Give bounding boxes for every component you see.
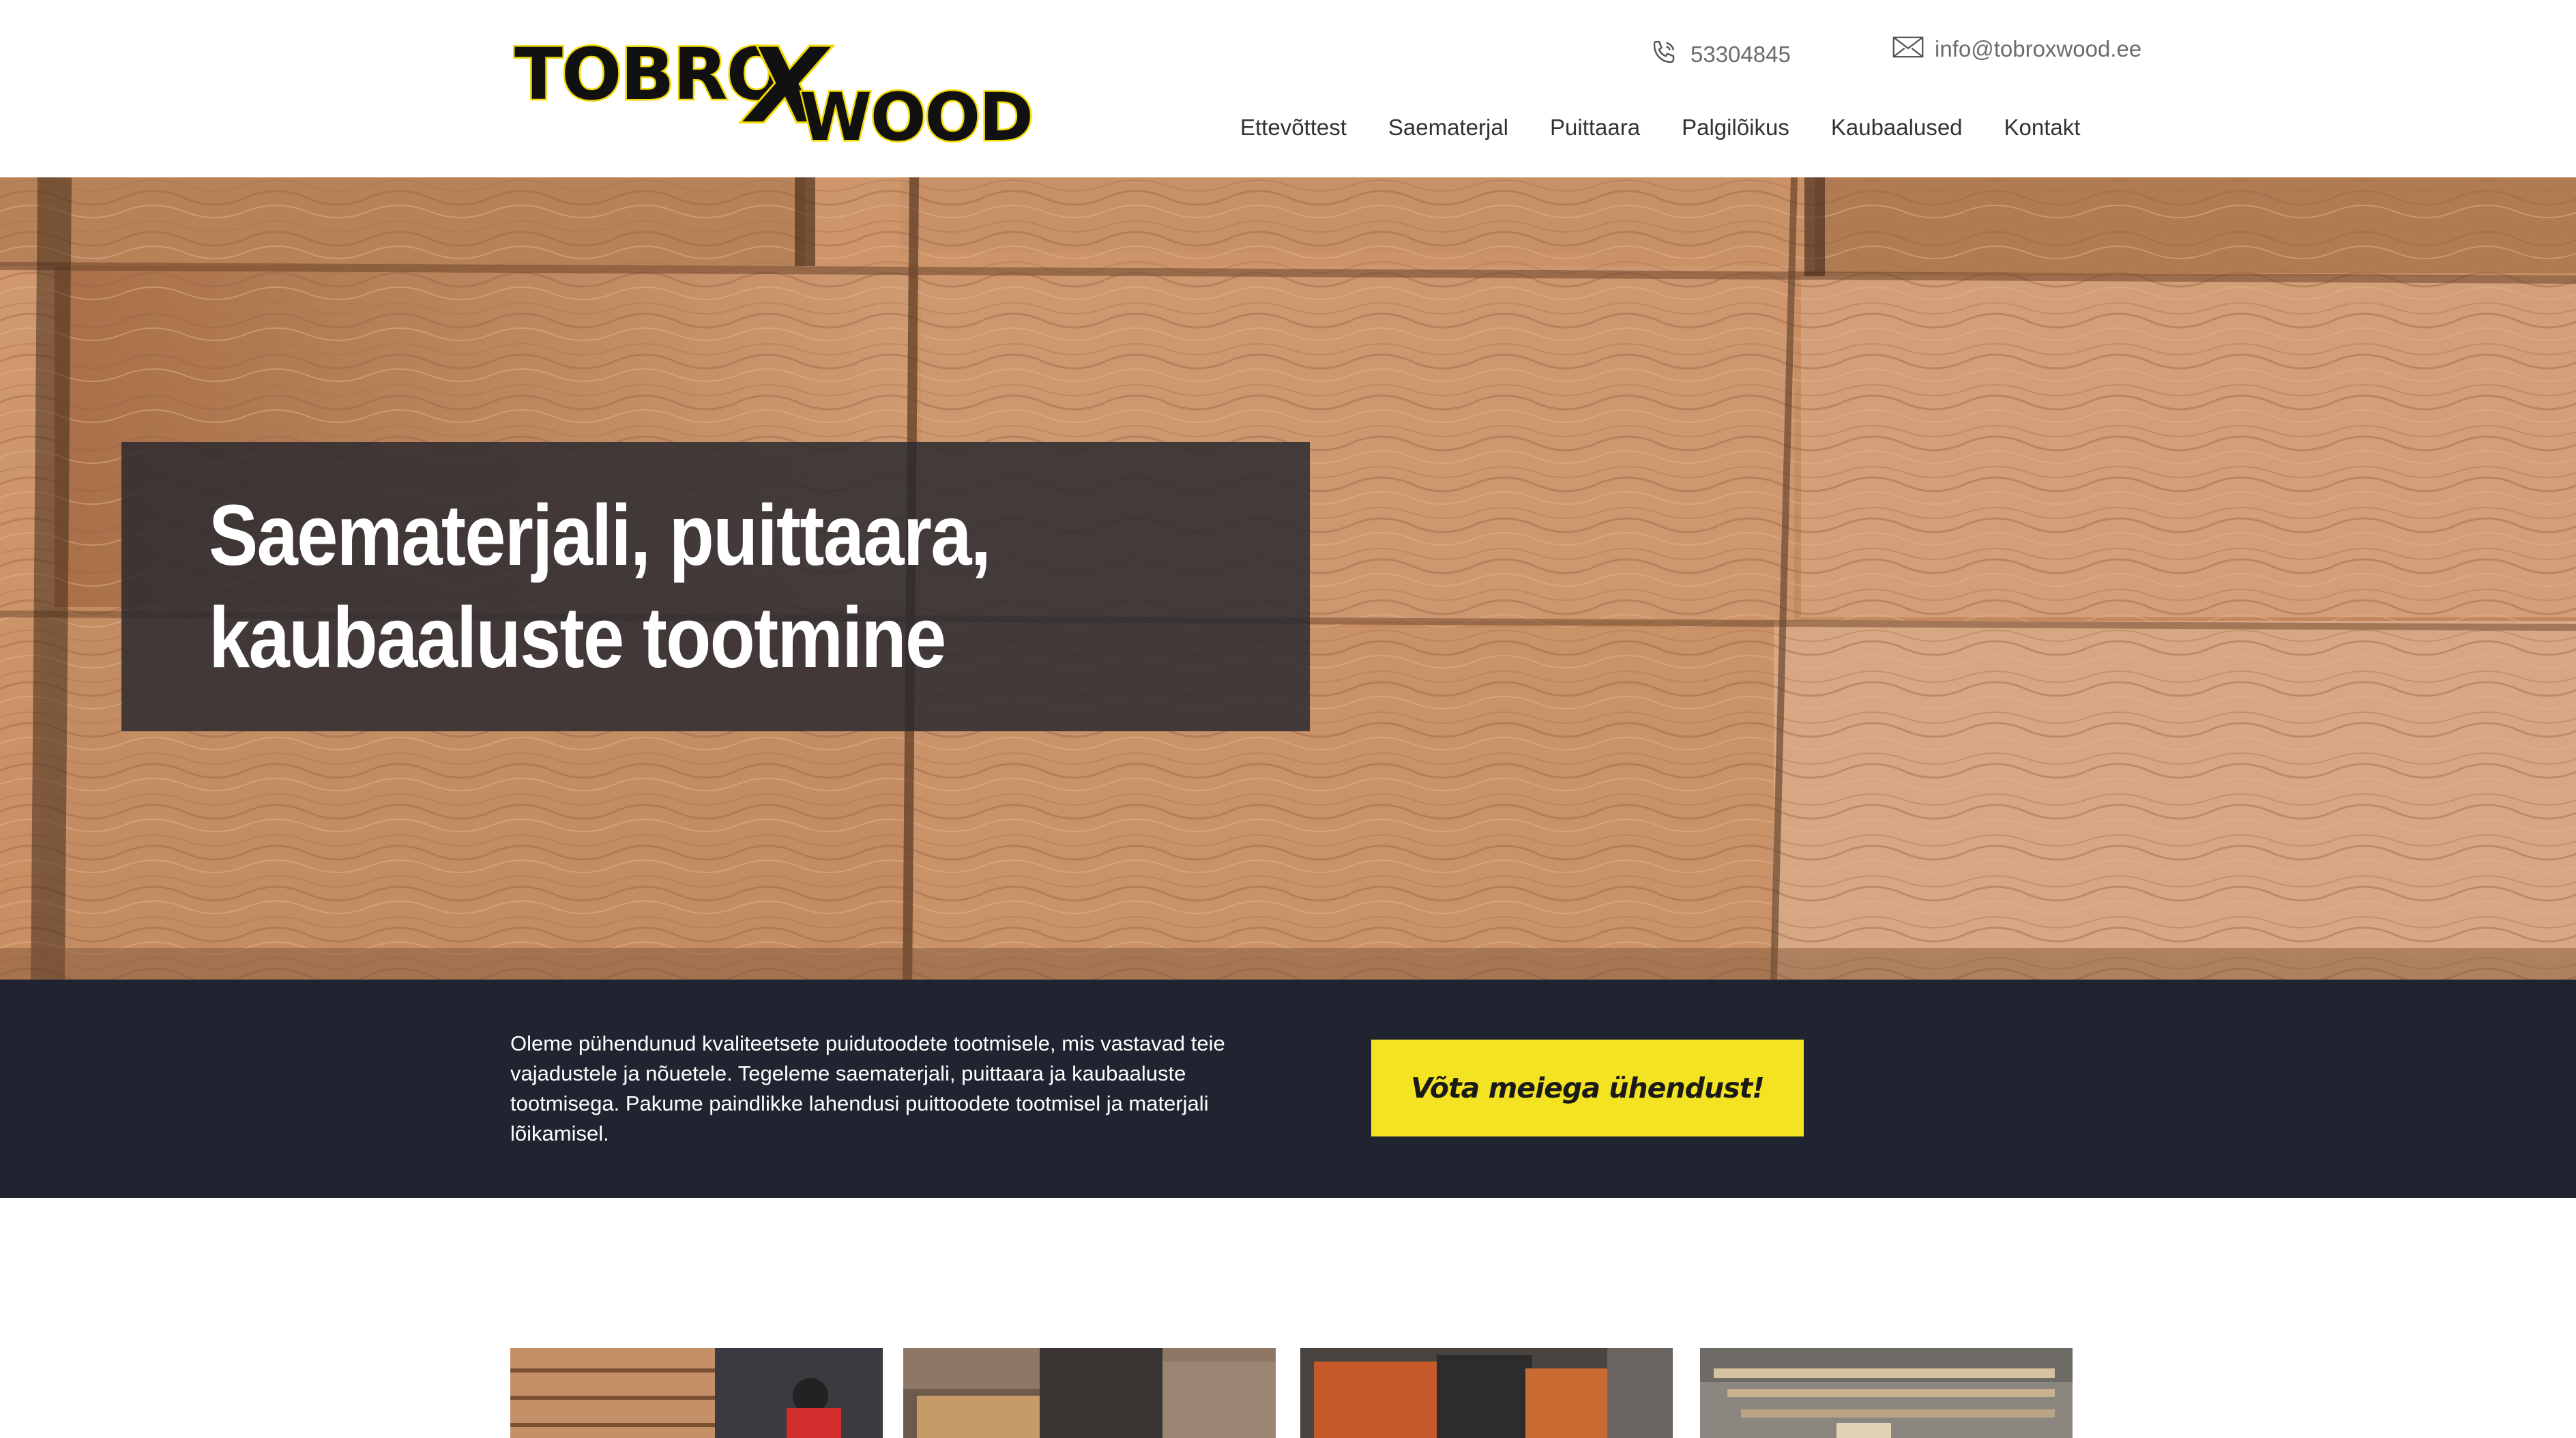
main-nav: Ettevõttest Saematerjal Puittaara Palgil… xyxy=(1240,115,2080,141)
nav-ettevottest[interactable]: Ettevõttest xyxy=(1240,115,1347,141)
nav-saematerjal[interactable]: Saematerjal xyxy=(1388,115,1508,141)
intro-band: Oleme pühendunud kvaliteetsete puidutood… xyxy=(0,980,2576,1198)
logo-text-top: TOBRO xyxy=(512,31,788,118)
phone-icon xyxy=(1650,38,1678,70)
hero-title-line-1: Saematerjali, puittaara, xyxy=(209,487,991,583)
logo-text-bottom: WOOD xyxy=(798,78,1036,158)
header-email[interactable]: info@tobroxwood.ee xyxy=(1892,35,2141,62)
header-phone[interactable]: 53304845 xyxy=(1650,38,1791,70)
nav-kontakt[interactable]: Kontakt xyxy=(2004,115,2081,141)
hero-title: Saematerjali, puittaara, kaubaaluste too… xyxy=(209,484,1124,689)
nav-kaubaalused[interactable]: Kaubaalused xyxy=(1831,115,1963,141)
hero-title-line-2: kaubaaluste tootmine xyxy=(209,589,946,686)
nav-puittaara[interactable]: Puittaara xyxy=(1550,115,1640,141)
card-saematerjal-image[interactable] xyxy=(510,1348,883,1438)
site-header: TOBRO X WOOD 53304845 info@tobroxwood.ee… xyxy=(0,0,2576,177)
email-address: info@tobroxwood.ee xyxy=(1935,35,2142,61)
intro-text: Oleme pühendunud kvaliteetsete puidutood… xyxy=(510,1031,1225,1145)
hero-title-box: Saematerjali, puittaara, kaubaaluste too… xyxy=(121,442,1310,731)
card-kaubaalused-image[interactable] xyxy=(1700,1348,2073,1438)
card-palgiloikus-image[interactable] xyxy=(1300,1348,1673,1438)
envelope-icon xyxy=(1892,35,1924,62)
logo[interactable]: TOBRO X WOOD xyxy=(510,30,1035,158)
services-cards xyxy=(0,1198,2576,1438)
cta-label: Võta meiega ühendust! xyxy=(1411,1072,1765,1104)
phone-number: 53304845 xyxy=(1690,41,1791,67)
nav-palgiloikus[interactable]: Palgilõikus xyxy=(1682,115,1789,141)
contact-cta-button[interactable]: Võta meiega ühendust! xyxy=(1371,1040,1804,1136)
hero-section: Saematerjali, puittaara, kaubaaluste too… xyxy=(0,177,2576,980)
card-puittaara-image[interactable] xyxy=(903,1348,1276,1438)
